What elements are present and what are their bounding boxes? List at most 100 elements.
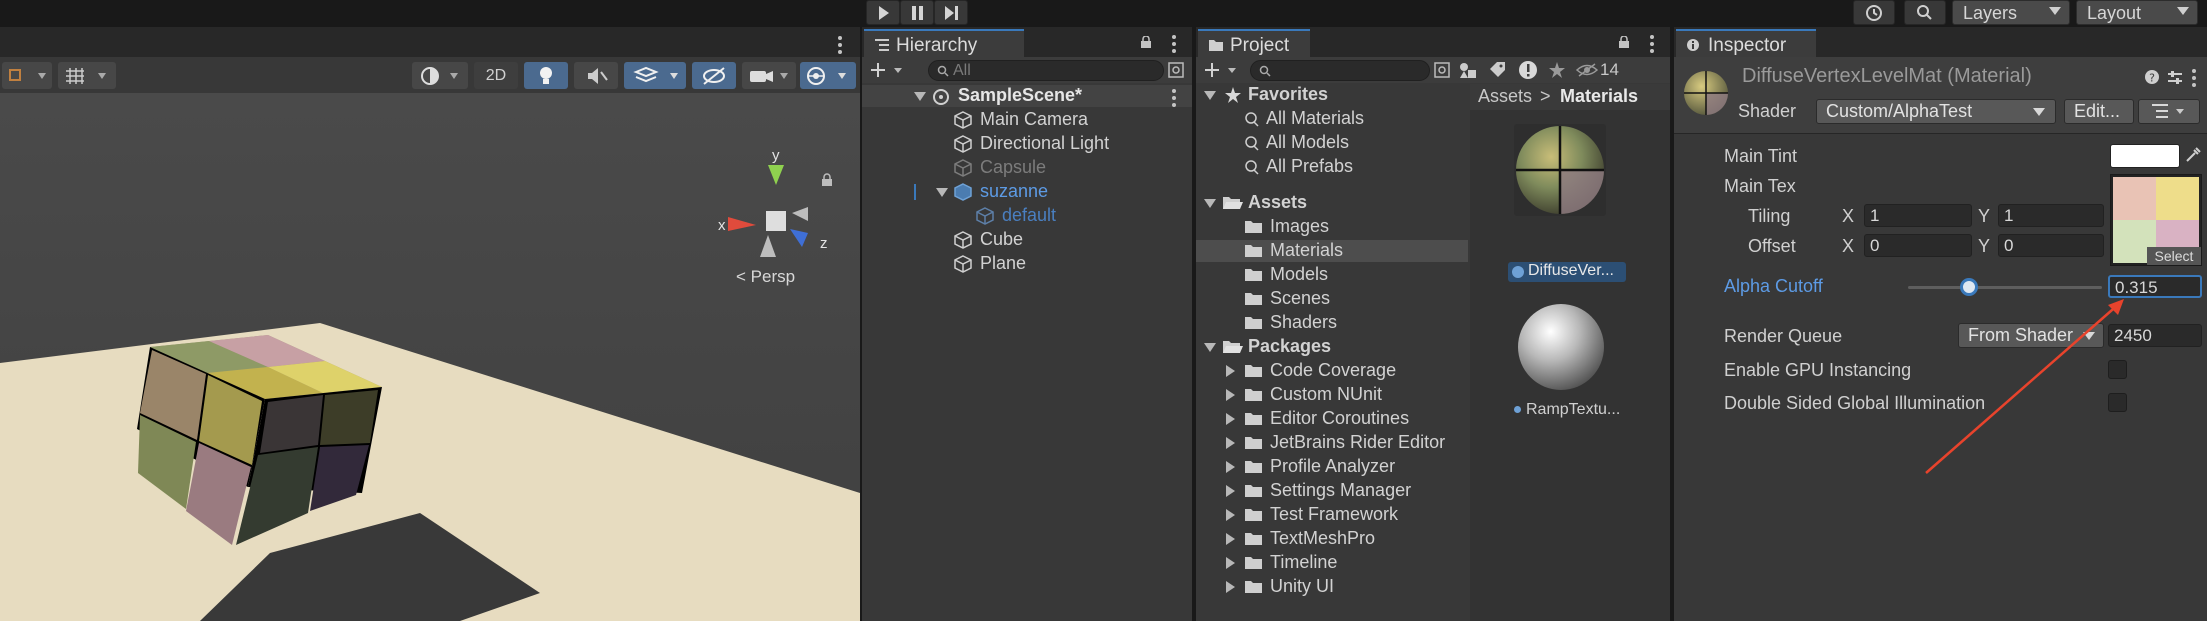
expand-arrow-icon[interactable]	[1226, 365, 1235, 377]
scene-row[interactable]: SampleScene*	[862, 85, 1192, 107]
assets-section[interactable]: Assets	[1196, 192, 1468, 214]
favorite-item-all-materials[interactable]: All Materials	[1196, 108, 1468, 130]
camera-settings-button[interactable]	[742, 62, 796, 89]
package-item[interactable]: Settings Manager	[1196, 480, 1468, 502]
expand-arrow-icon[interactable]	[1226, 509, 1235, 521]
packages-section[interactable]: Packages	[1196, 336, 1468, 358]
main-tex-thumbnail[interactable]: Select	[2110, 174, 2202, 266]
gizmo-tools-button[interactable]	[2, 62, 52, 89]
expand-arrow-icon[interactable]	[1226, 437, 1235, 449]
expand-arrow-icon[interactable]	[1226, 533, 1235, 545]
layout-dropdown[interactable]: Layout	[2076, 0, 2198, 25]
folder-materials[interactable]: Materials	[1196, 240, 1468, 262]
orientation-gizmo[interactable]: y x z	[708, 147, 832, 277]
favorites-section[interactable]: Favorites	[1196, 84, 1468, 106]
folder-shaders[interactable]: Shaders	[1196, 312, 1468, 334]
breadcrumb-root[interactable]: Assets	[1478, 86, 1532, 107]
package-item[interactable]: Editor Coroutines	[1196, 408, 1468, 430]
offset-y-field[interactable]: 0	[1998, 234, 2104, 257]
hierarchy-item-default[interactable]: default	[862, 205, 1192, 227]
eyedropper-icon[interactable]	[2184, 146, 2202, 164]
alpha-cutoff-slider[interactable]	[1908, 278, 2102, 296]
package-item[interactable]: Unity UI	[1196, 576, 1468, 598]
main-tint-color-swatch[interactable]	[2110, 144, 2180, 168]
search-by-scene-icon[interactable]	[1434, 62, 1450, 78]
expand-arrow-icon[interactable]	[1204, 91, 1216, 100]
help-icon[interactable]: ?	[2144, 69, 2160, 85]
expand-arrow-icon[interactable]	[914, 92, 926, 101]
favorite-item-all-models[interactable]: All Models	[1196, 132, 1468, 154]
hierarchy-item-directional-light[interactable]: Directional Light	[862, 133, 1192, 155]
expand-arrow-icon[interactable]	[1226, 485, 1235, 497]
offset-x-field[interactable]: 0	[1864, 234, 1972, 257]
tab-hierarchy[interactable]: Hierarchy	[864, 29, 1024, 57]
package-item[interactable]: Code Coverage	[1196, 360, 1468, 382]
package-item[interactable]: Profile Analyzer	[1196, 456, 1468, 478]
expand-arrow-icon[interactable]	[1226, 461, 1235, 473]
layers-dropdown[interactable]: Layers	[1952, 0, 2070, 25]
package-item[interactable]: Custom NUnit	[1196, 384, 1468, 406]
undo-history-button[interactable]	[1853, 0, 1895, 25]
scene-menu-icon[interactable]	[838, 36, 842, 57]
expand-arrow-icon[interactable]	[1204, 343, 1216, 352]
lighting-toggle[interactable]	[524, 62, 568, 89]
tab-inspector[interactable]: Inspector	[1676, 29, 1816, 57]
lock-icon[interactable]	[1140, 36, 1152, 48]
hierarchy-item-plane[interactable]: Plane	[862, 253, 1192, 275]
expand-arrow-icon[interactable]	[1226, 389, 1235, 401]
expand-arrow-icon[interactable]	[1226, 581, 1235, 593]
audio-toggle[interactable]	[574, 62, 618, 89]
play-button[interactable]	[866, 0, 900, 25]
shader-dropdown[interactable]: Custom/AlphaTest	[1816, 99, 2056, 124]
filter-by-type-icon[interactable]	[1458, 61, 1478, 79]
project-menu-icon[interactable]	[1650, 35, 1654, 56]
tiling-y-field[interactable]: 1	[1998, 204, 2104, 227]
expand-arrow-icon[interactable]	[1226, 413, 1235, 425]
draw-mode-button[interactable]	[412, 62, 468, 89]
expand-arrow-icon[interactable]	[936, 188, 948, 197]
asset-label-ramp[interactable]: RampTextu...	[1510, 400, 1630, 420]
create-dropdown-button[interactable]	[1204, 61, 1240, 79]
effects-toggle[interactable]	[624, 62, 686, 89]
hierarchy-search-input[interactable]: All	[928, 60, 1164, 81]
folder-scenes[interactable]: Scenes	[1196, 288, 1468, 310]
snap-settings-button[interactable]	[58, 62, 116, 89]
asset-label-selected[interactable]: DiffuseVer...	[1508, 262, 1626, 282]
warning-filter-icon[interactable]	[1518, 60, 1538, 80]
project-search-input[interactable]	[1250, 60, 1430, 81]
filter-by-label-icon[interactable]	[1488, 61, 1506, 79]
slider-thumb[interactable]	[1960, 278, 1979, 296]
lock-icon[interactable]	[1618, 36, 1630, 48]
lock-icon[interactable]	[820, 173, 834, 187]
step-button[interactable]	[934, 0, 968, 25]
hierarchy-item-suzanne[interactable]: suzanne	[862, 181, 1192, 203]
inspector-menu-icon[interactable]	[2192, 69, 2196, 90]
scene-viewport[interactable]: y x z < Persp	[0, 93, 860, 621]
gizmos-toggle[interactable]	[800, 62, 856, 89]
texture-select-button[interactable]: Select	[2147, 247, 2201, 265]
shader-options-dropdown[interactable]	[2138, 99, 2200, 124]
favorite-item-all-prefabs[interactable]: All Prefabs	[1196, 156, 1468, 178]
scene-visibility-toggle[interactable]	[692, 62, 736, 89]
hierarchy-menu-icon[interactable]	[1172, 35, 1176, 56]
add-dropdown-button[interactable]	[870, 61, 906, 79]
hierarchy-item-capsule[interactable]: Capsule	[862, 157, 1192, 179]
presets-sliders-icon[interactable]	[2166, 69, 2184, 87]
hidden-packages-eye-icon[interactable]	[1576, 63, 1598, 77]
asset-diffusevertexlevelmat[interactable]	[1514, 124, 1606, 216]
package-item[interactable]: JetBrains Rider Editor	[1196, 432, 1468, 454]
scene-menu-icon[interactable]	[1172, 89, 1176, 110]
pause-button[interactable]	[900, 0, 934, 25]
package-item[interactable]: Timeline	[1196, 552, 1468, 574]
tab-project[interactable]: Project	[1198, 29, 1310, 57]
scene-search-icon[interactable]	[1168, 62, 1184, 78]
asset-ramptexture[interactable]	[1516, 302, 1606, 392]
expand-arrow-icon[interactable]	[1226, 557, 1235, 569]
edit-shader-button[interactable]: Edit...	[2064, 99, 2134, 124]
package-item[interactable]: TextMeshPro	[1196, 528, 1468, 550]
toggle-2d-button[interactable]: 2D	[474, 62, 518, 89]
package-item[interactable]: Test Framework	[1196, 504, 1468, 526]
breadcrumb-current[interactable]: Materials	[1560, 86, 1638, 107]
projection-toggle[interactable]: < Persp	[736, 267, 795, 287]
tiling-x-field[interactable]: 1	[1864, 204, 1972, 227]
